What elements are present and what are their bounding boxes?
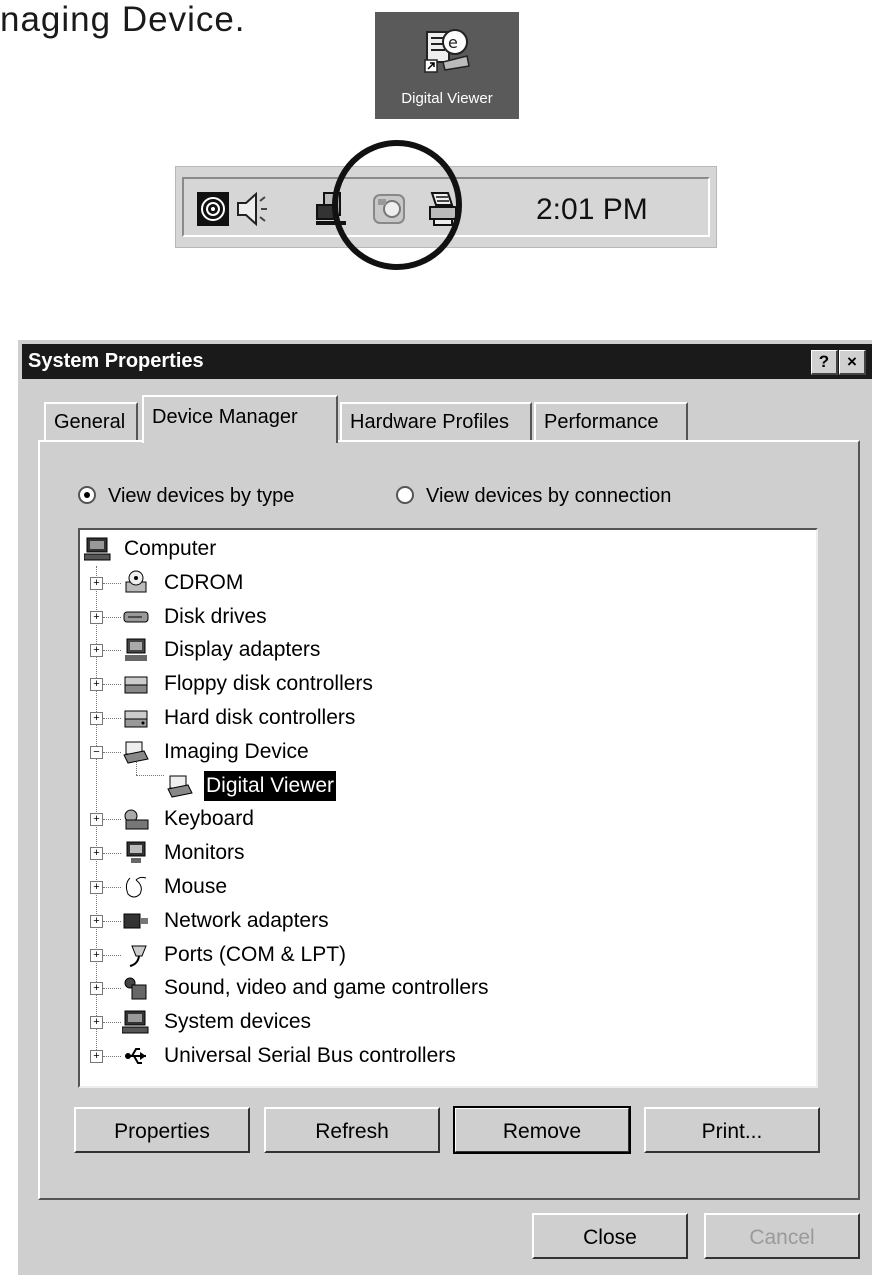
tree-item-label: Universal Serial Bus controllers — [164, 1044, 456, 1067]
port-icon — [129, 945, 147, 967]
tree-item-label: System devices — [164, 1010, 312, 1034]
remove-button[interactable]: Remove — [453, 1106, 631, 1154]
speaker-sound-icon[interactable] — [196, 189, 230, 229]
radio-unchecked-indicator — [396, 486, 414, 504]
imaging-device-icon — [123, 741, 149, 764]
close-icon[interactable]: × — [839, 350, 866, 375]
tree-connector — [103, 853, 121, 855]
radio-label: View devices by connection — [426, 485, 672, 507]
expand-icon[interactable]: + — [90, 644, 103, 658]
tree-item-label: Disk drives — [164, 604, 267, 628]
tree-connector — [136, 775, 164, 776]
cdrom-icon — [125, 570, 147, 593]
expand-icon[interactable]: + — [90, 678, 103, 692]
tab-device-manager[interactable]: Device Manager — [142, 395, 338, 443]
sound-icon — [124, 977, 147, 1000]
expand-icon[interactable]: + — [90, 712, 103, 725]
tree-connector — [103, 920, 121, 922]
desktop-icon-label: Digital Viewer — [401, 90, 493, 107]
computer-icon — [84, 537, 111, 561]
close-button[interactable]: Close — [532, 1213, 688, 1259]
tree-item-label: Ports (COM & LPT) — [164, 942, 347, 966]
tree-item-label: CDROM — [164, 570, 244, 594]
mouse-icon — [125, 876, 147, 898]
tree-item-label: Floppy disk controllers — [164, 672, 373, 696]
system-properties-dialog: System Properties ? × General Device Man… — [16, 338, 872, 1275]
dialog-title: System Properties — [28, 350, 204, 372]
expand-icon[interactable]: + — [90, 948, 103, 962]
tree-item-label: Imaging Device — [164, 739, 309, 763]
expand-icon[interactable]: + — [90, 813, 103, 827]
tab-performance[interactable]: Performance — [534, 402, 688, 440]
hard-disk-controller-icon — [124, 710, 148, 728]
expand-icon[interactable]: + — [90, 576, 103, 590]
expand-icon[interactable]: + — [90, 1016, 103, 1030]
tree-connector — [103, 684, 121, 686]
tree-item-label: Monitors — [164, 841, 245, 865]
tree-item-label: Mouse — [164, 875, 228, 898]
desktop-shortcut-digital-viewer[interactable]: e Digital Viewer — [375, 12, 519, 119]
tree-item-label: Keyboard — [164, 807, 254, 831]
expand-icon[interactable]: + — [90, 982, 103, 996]
tree-item-label: Network adapters — [164, 908, 329, 932]
print-button[interactable]: Print... — [644, 1107, 820, 1153]
network-adapter-icon — [123, 913, 148, 929]
floppy-controller-icon — [124, 676, 148, 694]
tree-item-label: Sound, video and game controllers — [164, 976, 489, 1000]
system-device-icon — [122, 1010, 149, 1034]
tree-connector — [103, 988, 121, 990]
tree-connector — [103, 582, 121, 584]
collapse-icon[interactable]: − — [90, 745, 103, 759]
svg-text:e: e — [448, 33, 458, 52]
usb-icon — [125, 1048, 146, 1064]
device-tree[interactable]: Computer + CDROM + Disk drives + Display adap… — [78, 528, 818, 1088]
disk-drive-icon — [123, 611, 149, 623]
tree-root-label: Computer — [124, 537, 217, 560]
tree-connector — [103, 1056, 121, 1057]
expand-icon[interactable]: + — [90, 847, 103, 861]
expand-icon[interactable]: + — [90, 881, 103, 894]
cancel-button: Cancel — [704, 1213, 860, 1259]
monitor-icon — [126, 841, 146, 864]
display-adapter-icon — [125, 638, 147, 662]
title-bar: System Properties ? × — [22, 344, 872, 379]
expand-icon[interactable]: + — [90, 914, 103, 928]
tree-connector — [103, 718, 121, 719]
tree-connector — [103, 650, 121, 652]
radio-label: View devices by type — [108, 485, 295, 507]
refresh-button[interactable]: Refresh — [264, 1107, 440, 1153]
radio-view-by-connection[interactable]: View devices by connection — [396, 485, 671, 508]
tree-connector — [103, 1022, 121, 1024]
help-button[interactable]: ? — [811, 350, 838, 375]
tree-connector — [103, 819, 121, 821]
tab-hardware-profiles[interactable]: Hardware Profiles — [340, 402, 532, 440]
volume-icon[interactable] — [234, 189, 268, 229]
tree-connector — [103, 954, 121, 956]
tab-general[interactable]: General — [44, 402, 138, 440]
radio-view-by-type[interactable]: View devices by type — [78, 485, 294, 508]
caption-text: naging Device. — [0, 0, 246, 39]
tray-clock[interactable]: 2:01 PM — [536, 193, 648, 227]
tree-connector — [103, 887, 121, 888]
expand-icon[interactable]: + — [90, 1050, 103, 1063]
imaging-device-icon — [167, 775, 193, 798]
keyboard-icon — [124, 809, 149, 830]
radio-checked-indicator — [78, 486, 96, 504]
tree-child-label: Digital Viewer — [204, 770, 336, 801]
tree-connector — [103, 616, 121, 618]
digital-viewer-icon: e — [424, 29, 470, 73]
tree-item-label: Display adapters — [164, 638, 321, 662]
properties-button[interactable]: Properties — [74, 1107, 250, 1153]
highlight-circle — [332, 140, 462, 270]
tree-connector — [103, 751, 121, 753]
tree-item-label: Hard disk controllers — [164, 706, 356, 729]
expand-icon[interactable]: + — [90, 610, 103, 624]
